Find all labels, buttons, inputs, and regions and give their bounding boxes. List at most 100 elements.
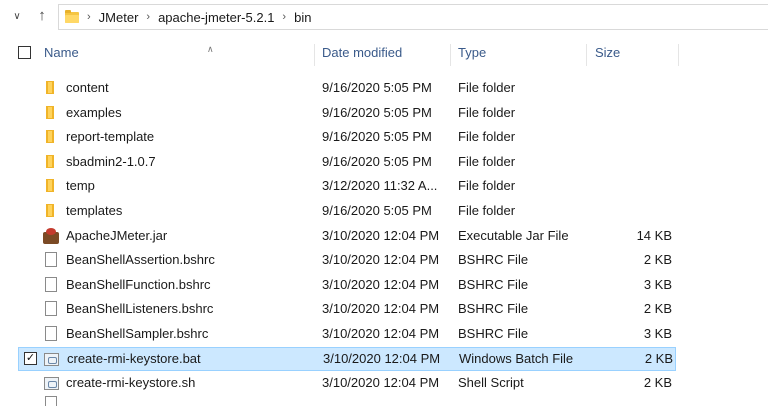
folder-icon	[44, 130, 58, 144]
file-name: templates	[66, 203, 123, 218]
file-date-modified: 3/10/2020 12:04 PM	[322, 375, 440, 391]
file-name: content	[66, 80, 109, 95]
file-size: 3 KB	[643, 326, 672, 341]
column-divider[interactable]	[450, 44, 451, 66]
breadcrumb-separator-icon[interactable]: ›	[282, 11, 286, 23]
column-header-name[interactable]: Name ∧	[44, 38, 312, 68]
file-size: 2 KB	[643, 301, 672, 317]
file-size	[594, 199, 672, 223]
file-type: File folder	[458, 104, 516, 120]
column-divider[interactable]	[678, 44, 679, 66]
column-header-size[interactable]: Size	[595, 38, 675, 68]
file-date-modified: 9/16/2020 5:05 PM	[322, 104, 432, 120]
file-type: Windows Batch File	[459, 350, 574, 366]
file-row[interactable]: BeanShellSampler.bshrc 3/10/2020 12:04 P…	[18, 322, 676, 346]
file-row[interactable]: ApacheJMeter.jar 3/10/2020 12:04 PM Exec…	[18, 224, 676, 248]
file-date-modified: 3/10/2020 12:04 PM	[322, 326, 440, 341]
file-size	[594, 101, 672, 125]
folder-icon	[44, 179, 58, 193]
recent-locations-chevron-icon[interactable]: ∨	[10, 10, 24, 24]
file-row[interactable]: temp 3/12/2020 11:32 A... File folder	[18, 174, 676, 198]
file-row[interactable]: create-rmi-keystore.sh 3/10/2020 12:04 P…	[18, 371, 676, 395]
file-row[interactable]: sbadmin2-1.0.7 9/16/2020 5:05 PM File fo…	[18, 150, 676, 174]
file-name: BeanShellSampler.bshrc	[66, 326, 209, 341]
column-divider[interactable]	[586, 44, 587, 66]
file-date-modified: 3/12/2020 11:32 A...	[322, 178, 438, 194]
file-date-modified: 3/10/2020 12:04 PM	[322, 276, 440, 292]
java-jar-icon	[43, 227, 59, 244]
file-date-modified: 9/16/2020 5:05 PM	[322, 80, 432, 95]
batch-file-icon	[44, 352, 59, 366]
column-divider[interactable]	[314, 44, 315, 66]
breadcrumb-separator-icon[interactable]: ›	[87, 11, 91, 23]
address-bar[interactable]: › JMeter › apache-jmeter-5.2.1 › bin	[58, 4, 768, 30]
file-name: temp	[66, 178, 95, 194]
file-size: 2 KB	[643, 375, 672, 391]
folder-icon	[44, 81, 58, 95]
file-type: File folder	[458, 129, 516, 145]
file-size	[594, 150, 672, 174]
file-row[interactable]: templates 9/16/2020 5:05 PM File folder	[18, 199, 676, 223]
breadcrumb-item-apache-jmeter[interactable]: apache-jmeter-5.2.1	[158, 10, 274, 25]
file-date-modified: 3/10/2020 12:04 PM	[322, 301, 440, 317]
breadcrumb-item-bin[interactable]: bin	[294, 10, 311, 25]
file-type: BSHRC File	[458, 301, 529, 317]
row-checkbox-checked[interactable]: ✓	[24, 351, 37, 365]
breadcrumb: › JMeter › apache-jmeter-5.2.1 › bin	[65, 5, 311, 29]
file-row[interactable]: report-template 9/16/2020 5:05 PM File f…	[18, 125, 676, 149]
file-row[interactable]: content 9/16/2020 5:05 PM File folder	[18, 76, 676, 100]
file-row[interactable]: BeanShellListeners.bshrc 3/10/2020 12:04…	[18, 297, 676, 321]
file-date-modified: 3/10/2020 12:04 PM	[322, 252, 440, 268]
file-size: 2 KB	[643, 252, 672, 268]
sort-ascending-icon: ∧	[207, 44, 214, 54]
file-name: create-rmi-keystore.sh	[66, 375, 196, 391]
file-name: BeanShellListeners.bshrc	[66, 301, 214, 317]
folder-icon	[44, 105, 58, 120]
folder-icon	[65, 9, 79, 23]
file-date-modified: 9/16/2020 5:05 PM	[322, 203, 432, 218]
up-arrow-icon[interactable]: ↑	[34, 6, 50, 26]
file-row[interactable]: examples 9/16/2020 5:05 PM File folder	[18, 101, 676, 125]
breadcrumb-separator-icon[interactable]: ›	[146, 11, 150, 23]
file-type: Executable Jar File	[458, 227, 569, 243]
column-header: Name ∧ Date modified Type Size	[0, 38, 768, 68]
folder-icon	[44, 154, 58, 169]
file-size	[594, 125, 672, 149]
file-type: File folder	[458, 203, 516, 218]
file-date-modified: 9/16/2020 5:05 PM	[322, 129, 432, 145]
column-header-date[interactable]: Date modified	[322, 38, 448, 68]
file-row[interactable]: BeanShellFunction.bshrc 3/10/2020 12:04 …	[18, 273, 676, 297]
file-name: BeanShellFunction.bshrc	[66, 276, 211, 292]
file-name: sbadmin2-1.0.7	[66, 153, 156, 169]
file-icon	[45, 326, 57, 341]
breadcrumb-item-jmeter[interactable]: JMeter	[99, 10, 139, 25]
shell-script-icon	[44, 377, 59, 391]
file-date-modified: 9/16/2020 5:05 PM	[322, 153, 432, 169]
file-row-selected[interactable]: ✓ create-rmi-keystore.bat 3/10/2020 12:0…	[18, 346, 676, 371]
file-type: File folder	[458, 153, 516, 169]
file-row[interactable]: BeanShellAssertion.bshrc 3/10/2020 12:04…	[18, 248, 676, 272]
file-type: File folder	[458, 80, 516, 95]
address-bar-area: ∨ ↑ › JMeter › apache-jmeter-5.2.1 › bin	[0, 0, 768, 34]
file-type: Shell Script	[458, 375, 524, 391]
file-icon	[45, 276, 57, 292]
file-icon	[45, 252, 57, 268]
file-size: 3 KB	[643, 276, 672, 292]
folder-icon	[44, 204, 58, 218]
file-icon	[45, 301, 57, 317]
file-date-modified: 3/10/2020 12:04 PM	[322, 227, 440, 243]
file-type: BSHRC File	[458, 276, 529, 292]
file-name: ApacheJMeter.jar	[66, 227, 168, 243]
file-size	[594, 174, 672, 198]
file-size: 14 KB	[636, 227, 672, 243]
file-name: examples	[66, 104, 122, 120]
column-header-type[interactable]: Type	[458, 38, 584, 68]
file-type: BSHRC File	[458, 326, 529, 341]
file-icon	[45, 396, 57, 406]
file-size: 2 KB	[644, 350, 673, 366]
file-name: report-template	[66, 129, 155, 145]
file-name: BeanShellAssertion.bshrc	[66, 252, 215, 268]
file-name: create-rmi-keystore.bat	[67, 350, 201, 366]
file-type: BSHRC File	[458, 252, 529, 268]
column-header-name-label: Name	[44, 45, 79, 60]
